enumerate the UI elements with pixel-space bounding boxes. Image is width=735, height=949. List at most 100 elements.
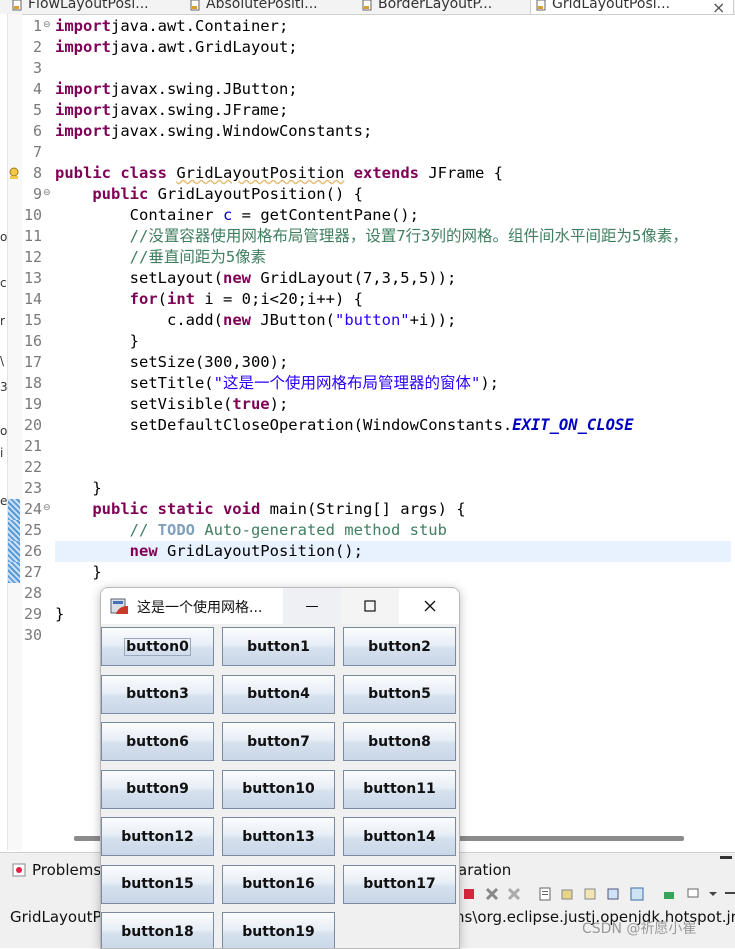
code-token: setLayout( — [55, 269, 223, 287]
grid-button-1[interactable]: button1 — [222, 627, 335, 666]
code-line[interactable]: 23 } — [0, 478, 735, 499]
code-text: public class GridLayoutPosition extends … — [55, 163, 503, 184]
code-line[interactable]: 17 setSize(300,300); — [0, 352, 735, 373]
tab-label: BorderLayoutP... — [378, 0, 493, 12]
grid-button-label: button19 — [242, 923, 315, 940]
fold-toggle-icon[interactable]: ⊖ — [43, 188, 51, 198]
code-line[interactable]: 25 // TODO Auto-generated method stub — [0, 520, 735, 541]
window-title-bar[interactable]: 这是一个使用网格... — [101, 588, 459, 624]
code-line[interactable]: 22 — [0, 457, 735, 478]
code-line[interactable]: 3 — [0, 58, 735, 79]
terminate-icon[interactable] — [462, 887, 476, 901]
grid-button-4[interactable]: button4 — [222, 674, 335, 714]
code-line[interactable]: 13 setLayout(new GridLayout(7,3,5,5)); — [0, 268, 735, 289]
fold-toggle-icon[interactable]: ⊖ — [43, 20, 51, 30]
grid-button-8[interactable]: button8 — [343, 722, 456, 761]
grid-button-2[interactable]: button2 — [343, 627, 456, 666]
code-line[interactable]: 10 Container c = getContentPane(); — [0, 205, 735, 226]
line-number: 4 — [32, 80, 42, 98]
code-line[interactable]: 21 — [0, 436, 735, 457]
grid-button-18[interactable]: button18 — [101, 912, 214, 948]
grid-button-17[interactable]: button17 — [343, 864, 456, 904]
code-line[interactable]: 19 setVisible(true); — [0, 394, 735, 415]
grid-button-15[interactable]: button15 — [101, 864, 214, 904]
code-line[interactable]: 8 public class GridLayoutPosition extends… — [0, 163, 735, 184]
grid-button-9[interactable]: button9 — [101, 769, 214, 809]
code-text: importjavax.swing.JButton; — [55, 79, 298, 100]
scroll-lock-icon[interactable] — [560, 887, 574, 901]
tab-borderlayoutposition[interactable]: BorderLayoutP... — [362, 0, 512, 14]
code-line[interactable]: 15 c.add(new JButton("button"+i)); — [0, 310, 735, 331]
code-line[interactable]: 20 setDefaultCloseOperation(WindowConsta… — [0, 415, 735, 436]
warning-marker-icon[interactable] — [8, 166, 20, 180]
clear-console-icon[interactable] — [538, 887, 552, 901]
chevron-down-icon[interactable] — [706, 887, 720, 901]
grid-button-0[interactable]: button0 — [101, 627, 214, 666]
grid-button-3[interactable]: button3 — [101, 674, 214, 714]
code-line[interactable]: 14 for(int i = 0;i<20;i++) { — [0, 289, 735, 310]
code-token: GridLayoutPosition() { — [148, 185, 363, 203]
grid-button-11[interactable]: button11 — [343, 769, 456, 809]
jframe-window[interactable]: 这是一个使用网格... button0 button1 button2 button3… — [100, 587, 460, 949]
grid-button-10[interactable]: button10 — [222, 769, 335, 809]
show-console-icon[interactable] — [606, 887, 620, 901]
tab-flowlayoutposition[interactable]: FlowLayoutPosi... — [12, 0, 162, 14]
close-button[interactable] — [401, 588, 459, 624]
code-token: extends — [353, 164, 419, 182]
line-number: 24 — [23, 500, 42, 518]
code-text: setSize(300,300); — [55, 352, 289, 373]
remove-all-icon[interactable] — [507, 887, 521, 901]
fold-toggle-icon[interactable]: ⊖ — [43, 503, 51, 513]
grid-button-16[interactable]: button16 — [222, 864, 335, 904]
grid-button-6[interactable]: button6 — [101, 722, 214, 761]
code-line[interactable]: 26 new GridLayoutPosition(); — [8, 541, 731, 562]
display-console-icon[interactable] — [686, 887, 700, 901]
code-line[interactable]: 18 setTitle("这是一个使用网格布局管理器的窗体"); — [0, 373, 735, 394]
code-line[interactable]: 4 importjavax.swing.JButton; — [0, 79, 735, 100]
code-line[interactable]: 24 ⊖ public static void main(String[] arg… — [0, 499, 735, 520]
code-token: //垂直间距为5像素 — [55, 248, 267, 266]
line-number: 1 — [32, 17, 42, 35]
code-token: javax.swing.WindowConstants; — [111, 122, 373, 140]
tab-gridlayoutposition[interactable]: GridLayoutPosi... — [530, 0, 734, 14]
code-line[interactable]: 27 } — [0, 562, 735, 583]
code-line[interactable]: 7 — [0, 142, 735, 163]
close-icon — [424, 600, 436, 612]
grid-button-label: button0 — [124, 637, 191, 656]
line-number: 22 — [23, 458, 42, 476]
pin-console-icon[interactable] — [630, 887, 644, 901]
code-line[interactable]: 11 //没置容器使用网格布局管理器，设置7行3列的网格。组件间水平间距为5像素… — [0, 226, 735, 247]
grid-button-7[interactable]: button7 — [222, 722, 335, 761]
code-token: true — [232, 395, 270, 413]
word-wrap-icon[interactable] — [583, 887, 597, 901]
tab-problems[interactable]: Problems — [32, 861, 101, 879]
grid-button-label: button17 — [363, 876, 436, 892]
grid-button-19[interactable]: button19 — [222, 912, 335, 948]
maximize-button[interactable] — [341, 588, 399, 624]
grid-button-label: button11 — [363, 781, 436, 797]
minimize-panel-icon[interactable] — [720, 856, 732, 859]
code-line[interactable]: 2 importjava.awt.GridLayout; — [0, 37, 735, 58]
open-console-icon[interactable] — [662, 887, 676, 901]
grid-button-14[interactable]: button14 — [343, 817, 456, 856]
grid-button-5[interactable]: button5 — [343, 674, 456, 714]
minimize-button[interactable] — [283, 588, 341, 624]
tab-declaration[interactable]: aration — [458, 861, 511, 879]
maximize-icon — [364, 600, 376, 612]
grid-button-12[interactable]: button12 — [101, 817, 214, 856]
view-menu-icon[interactable] — [723, 887, 735, 901]
code-line[interactable]: 6 importjavax.swing.WindowConstants; — [0, 121, 735, 142]
grid-button-label: button13 — [242, 828, 315, 845]
code-text: new GridLayoutPosition(); — [55, 541, 363, 562]
code-text: setVisible(true); — [55, 394, 289, 415]
code-line[interactable]: 9 ⊖ public GridLayoutPosition() { — [0, 184, 735, 205]
close-tab-icon[interactable]: × — [712, 0, 725, 14]
grid-button-13[interactable]: button13 — [222, 817, 335, 856]
tab-absolutepositioning[interactable]: AbsolutePositi... — [190, 0, 340, 14]
code-line[interactable]: 16 } — [0, 331, 735, 352]
code-line[interactable]: 5 importjavax.swing.JFrame; — [0, 100, 735, 121]
code-line[interactable]: 12 //垂直间距为5像素 — [0, 247, 735, 268]
code-line[interactable]: 1 ⊖ importjava.awt.Container; — [0, 16, 735, 37]
grid-button-label: button18 — [121, 923, 194, 940]
remove-launch-icon[interactable] — [485, 887, 499, 901]
